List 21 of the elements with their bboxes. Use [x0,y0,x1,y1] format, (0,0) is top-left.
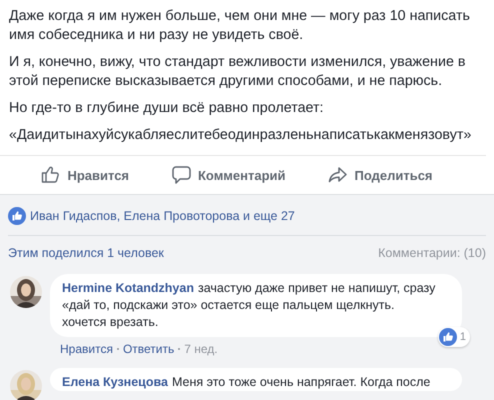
comment-icon [172,165,192,185]
comment-text: Hermine Kotandzhyan зачастую даже привет не напишут, сразу «дай то, подскажи это» остается еще пальцем щелкнуть. хочется врезать. [62,280,436,331]
shares-link[interactable]: Этим поделился 1 человек [8,246,164,260]
post-paragraph: Даже когда я им нужен больше, чем они мне — могу раз 10 написать имя собеседника и ни разу не увидеть своё. [9,7,471,45]
author-link[interactable]: Елена Кузнецова [62,375,168,389]
like-button[interactable]: Нравится [33,161,138,189]
like-link[interactable]: Нравится [60,342,113,356]
comment-button[interactable]: Комментарий [164,161,294,189]
post-paragraph: Но где-то в глубине души всё равно пролетает: [9,99,325,118]
thumbs-up-icon [41,165,62,185]
share-button[interactable]: Поделиться [320,161,441,189]
post-paragraph: «Даидитынахуйсукабляеслитебеодинразленьнаписатькакменязовут» [9,126,472,145]
comment-time: 7 нед. [184,342,218,356]
comment-text: Елена Кузнецова Меня это тоже очень напрягает. Когда после [62,374,432,391]
post-paragraph: И я, конечно, вижу, что стандарт вежливости изменился, уважение в этой переписке высказывается другими способами, и не парюсь. [9,53,466,91]
author-link[interactable]: Hermine Kotandzhyan [62,281,194,295]
share-icon [328,165,348,185]
reply-link[interactable]: Ответить [122,342,174,356]
reaction-number: 1 [460,330,466,344]
like-badge-icon [8,207,26,225]
likers-link[interactable]: Иван Гидаспов, Елена Провоторова и еще 27 [30,209,295,223]
